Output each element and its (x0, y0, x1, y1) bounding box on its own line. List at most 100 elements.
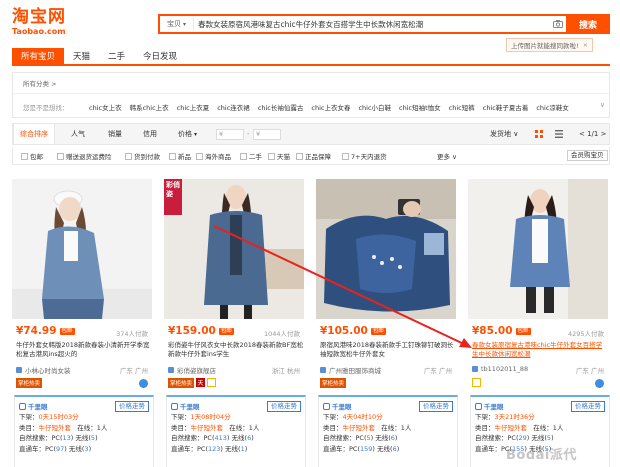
nat-pc[interactable]: 29 (519, 434, 527, 442)
price-trend-button[interactable]: 价格走势 (571, 400, 605, 412)
product-image[interactable] (316, 179, 456, 319)
nat-mobile[interactable]: 6 (391, 434, 395, 442)
checkbox[interactable] (342, 152, 349, 160)
suggestion-item[interactable]: chic长袖仙露古 (258, 102, 304, 112)
sort-popularity[interactable]: 人气 (71, 124, 85, 144)
product-card[interactable]: ¥74.99 包邮 374人付款 牛仔外套女韩版2018新款春装小清新开学季宽松复… (10, 173, 162, 467)
tmall-icon[interactable]: 天 (196, 378, 206, 387)
sort-default[interactable]: 综合排序 (13, 124, 55, 144)
expand-more-icon[interactable]: ∨ (600, 101, 605, 109)
price-trend-button[interactable]: 价格走势 (115, 400, 149, 412)
product-title[interactable]: 春款女装原宿复古港味chic牛仔外套女百搭学生中长款休闲宽松潮 (472, 341, 608, 359)
natural-search-line: 自然搜索：PC(5) 无线(6) (323, 434, 398, 442)
price-min-input[interactable]: ¥ (216, 129, 244, 140)
gold-seller-icon[interactable] (472, 378, 481, 387)
checkbox[interactable] (57, 152, 64, 160)
category-value[interactable]: 牛仔短外套 (343, 424, 376, 432)
nat-mobile[interactable]: 5 (547, 434, 551, 442)
nat-pc[interactable]: 13 (63, 434, 71, 442)
product-title[interactable]: 原宿风港味2018春装新款手工钉珠铆钉破洞长袖短款宽松牛仔外套女 (320, 341, 456, 359)
product-image[interactable] (468, 179, 608, 319)
product-card[interactable]: 彩俏姿 ¥159.00 包邮 1044人付款 彩俏姿牛仔风衣女中长款2018春装新… (162, 173, 314, 467)
filter-7day-return[interactable]: 7+天内退货 (342, 151, 387, 161)
shop-link[interactable]: 彩俏姿旗舰店 (168, 365, 216, 375)
category-value[interactable]: 牛仔短外套 (39, 424, 72, 432)
shop-link[interactable]: 广州雅田服饰商城 (320, 365, 381, 375)
price-trend-button[interactable]: 价格走势 (419, 400, 453, 412)
product-image[interactable]: 彩俏姿 (164, 179, 304, 319)
filter-cod[interactable]: 货到付款 (125, 151, 160, 161)
tab-all-items[interactable]: 所有宝贝 (12, 48, 65, 64)
ads-mobile[interactable]: 3 (84, 445, 88, 453)
product-title[interactable]: 牛仔外套女韩版2018新款春装小清新开学季宽松复古港风ins超火的 (16, 341, 152, 359)
search-input[interactable] (194, 16, 550, 32)
category-breadcrumb[interactable]: 所有分类 > (23, 78, 57, 88)
filter-overseas[interactable]: 海外商品 (196, 151, 231, 161)
list-view-icon[interactable] (554, 129, 564, 139)
checkbox[interactable] (240, 152, 247, 160)
shop-link[interactable]: 小林心时尚女装 (16, 365, 71, 375)
suggestion-item[interactable]: chic鞋子夏古着 (483, 102, 529, 112)
checkbox[interactable] (169, 152, 176, 160)
wangwang-chat-icon[interactable] (139, 379, 148, 388)
camera-icon[interactable] (550, 16, 566, 32)
suggestion-item[interactable]: chic上衣夏 (177, 102, 210, 112)
tab-tmall[interactable]: 天猫 (64, 48, 99, 64)
hot-seller-badge[interactable]: 掌柜热卖 (168, 378, 195, 388)
filter-return-insurance[interactable]: 赠送退货运费险 (57, 151, 112, 161)
ads-pc[interactable]: 123 (208, 445, 220, 453)
checkbox[interactable] (125, 152, 132, 160)
tab-today-discover[interactable]: 今日发现 (134, 48, 186, 64)
sort-price[interactable]: 价格 ▾ (178, 124, 197, 144)
filter-free-ship[interactable]: 包邮 (21, 151, 43, 161)
filter-second-hand[interactable]: 二手 (240, 151, 262, 161)
sort-credit[interactable]: 信用 (143, 124, 157, 144)
nat-mobile[interactable]: 6 (247, 434, 251, 442)
checkbox[interactable] (196, 152, 203, 160)
filter-genuine[interactable]: 正品保障 (296, 151, 331, 161)
member-buy-button[interactable]: 会员购宝贝 (567, 150, 608, 161)
hot-seller-badge[interactable]: 掌柜热卖 (16, 378, 43, 388)
filter-more[interactable]: 更多 ∨ (437, 151, 457, 161)
suggestion-item[interactable]: chic女上衣 (89, 102, 122, 112)
suggestion-item[interactable]: 韩系chic上衣 (130, 102, 169, 112)
wangwang-chat-icon[interactable] (595, 379, 604, 388)
price-max-input[interactable]: ¥ (253, 129, 281, 140)
grid-view-icon[interactable] (534, 129, 544, 139)
suggestion-item[interactable]: chic上衣女春 (311, 102, 350, 112)
checkbox[interactable] (21, 152, 28, 160)
shop-link[interactable]: tb1102011_88 (472, 365, 528, 373)
category-value[interactable]: 牛仔短外套 (191, 424, 224, 432)
search-button[interactable]: 搜索 (566, 14, 610, 34)
product-title[interactable]: 彩俏姿牛仔风衣女中长款2018春装新款BF宽松新款牛仔外套ins学生 (168, 341, 304, 359)
pager[interactable]: < 1/1 > (579, 124, 606, 144)
suggestion-item[interactable]: chic凉鞋女 (536, 102, 569, 112)
ads-pc[interactable]: 159 (360, 445, 372, 453)
filter-new[interactable]: 新品 (169, 151, 191, 161)
ads-mobile[interactable]: 1 (241, 445, 245, 453)
hot-seller-badge[interactable]: 掌柜热卖 (320, 378, 347, 388)
ship-from-select[interactable]: 发货地 ∨ (490, 124, 518, 144)
price-trend-button[interactable]: 价格走势 (267, 400, 301, 412)
close-icon[interactable]: × (583, 41, 588, 49)
ads-mobile[interactable]: 6 (393, 445, 397, 453)
product-card[interactable]: ¥105.00 包邮 原宿风港味2018春装新款手工钉珠铆钉破洞长袖短款宽松牛仔外… (314, 173, 466, 467)
checkbox[interactable] (268, 152, 275, 160)
suggestion-item[interactable]: chic短袖t恤女 (399, 102, 441, 112)
product-image[interactable] (12, 179, 152, 319)
nat-mobile[interactable]: 5 (91, 434, 95, 442)
search-scope-select[interactable]: 宝贝 ▾ (160, 16, 194, 32)
tab-second-hand[interactable]: 二手 (99, 48, 134, 64)
suggestion-item[interactable]: chic小白鞋 (358, 102, 391, 112)
checkbox[interactable] (296, 152, 303, 160)
taobao-logo[interactable]: 淘宝网 Taobao.com (12, 8, 76, 37)
gold-seller-icon[interactable] (207, 378, 217, 387)
suggestion-item[interactable]: chic连衣裙 (217, 102, 250, 112)
sort-sales[interactable]: 销量 (108, 124, 122, 144)
nat-pc[interactable]: 413 (215, 434, 227, 442)
category-value[interactable]: 牛仔短外套 (495, 424, 528, 432)
suggestion-item[interactable]: chic短裤 (449, 102, 475, 112)
product-card[interactable]: ¥85.00 包邮 4295人付款 春款女装原宿复古港味chic牛仔外套女百搭学生… (466, 173, 618, 467)
free-ship-tag: 包邮 (370, 327, 386, 335)
filter-tmall[interactable]: 天猫 (268, 151, 290, 161)
